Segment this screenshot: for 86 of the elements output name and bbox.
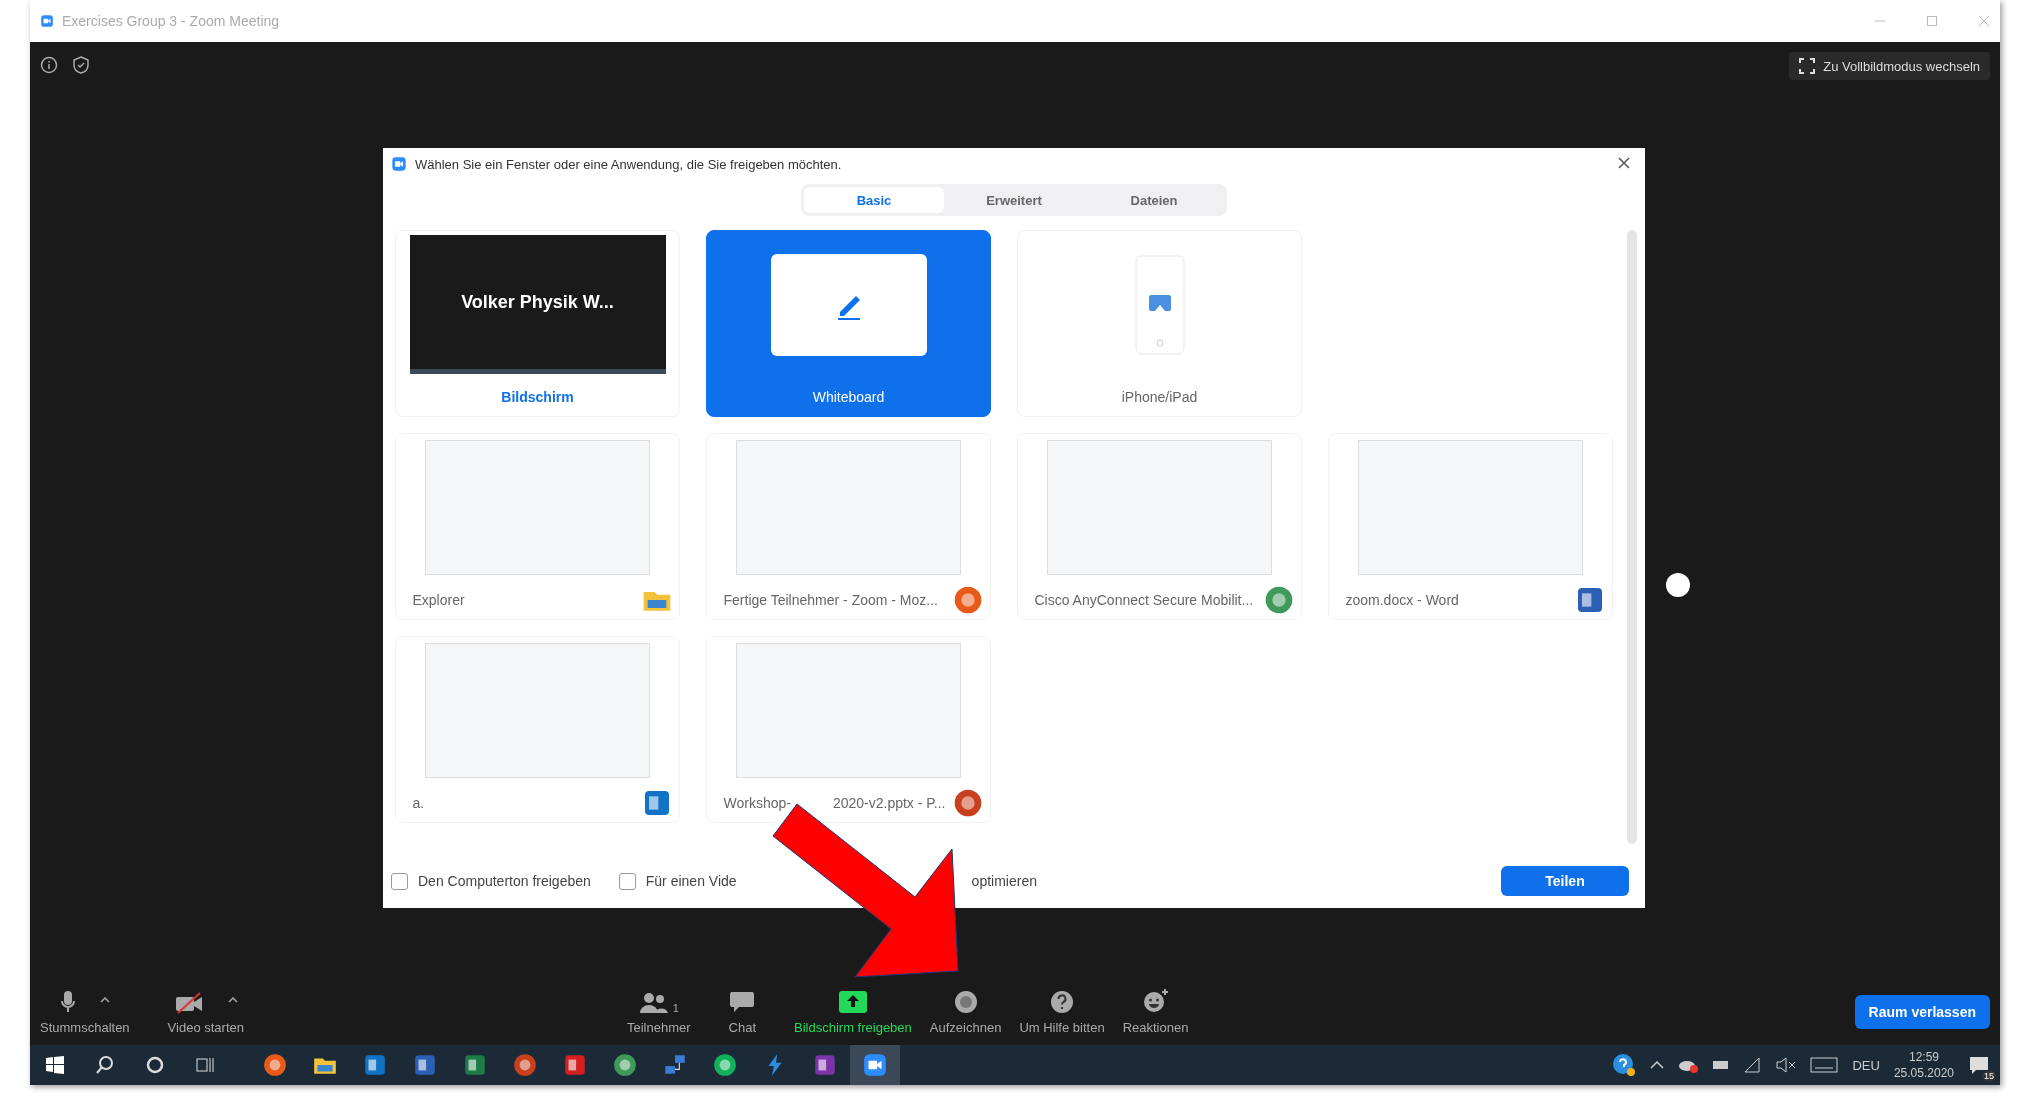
option-label: Bildschirm [501,389,574,405]
participant-count: 1 [672,1001,679,1014]
record-icon [953,989,978,1014]
tab[interactable]: Erweitert [944,187,1084,213]
scrollbar[interactable] [1627,230,1637,844]
mail-icon [362,1052,388,1078]
circle-icon[interactable] [145,1055,165,1075]
notification-icon[interactable] [1968,1055,1990,1075]
share-option[interactable]: iPhone/iPad [1017,230,1302,417]
toolbar-button[interactable]: Um Hilfe bitten [1015,987,1109,1035]
help-icon [1050,989,1074,1014]
tab[interactable]: Basic [804,187,944,213]
notebook-icon [812,1052,838,1078]
taskbar-button[interactable] [850,1045,900,1085]
checkbox-label: optimieren [971,873,1037,889]
share-button[interactable]: Teilen [1501,866,1629,896]
chat-app-icon [712,1052,738,1078]
share-option[interactable]: Whiteboard [706,230,991,417]
toolbar-button[interactable]: Stummschalten [36,987,134,1035]
info-icon[interactable] [40,56,58,74]
close-icon [1617,155,1631,170]
chevron-up-icon[interactable] [1650,1060,1665,1070]
option-label: zoom.docx - Word [1345,592,1459,608]
screen-preview: Volker Physik W... [409,235,666,374]
notification-count: 15 [1982,1071,1996,1081]
option-label: Whiteboard [812,389,885,405]
spreadsheet-icon [462,1052,488,1078]
fullscreen-button[interactable]: Zu Vollbildmodus wechseln [1789,52,1990,80]
toolbar-button[interactable]: 1 Teilnehmer [622,987,695,1035]
reaction-icon [1142,987,1169,1014]
option-label: Cisco AnyConnect Secure Mobilit... [1034,592,1254,608]
search-icon[interactable] [95,1055,115,1075]
pdf-icon [562,1052,588,1078]
toolbar-button[interactable]: Video starten [163,987,248,1035]
presentation-icon [512,1052,538,1078]
option-label: iPhone/iPad [1121,389,1198,405]
wifi-icon[interactable] [1744,1057,1763,1073]
participants-icon [638,991,669,1014]
checkbox[interactable] [618,872,636,890]
toolbar-button[interactable]: Reaktionen [1118,987,1193,1035]
share-option[interactable]: zoom.docx - Word [1328,433,1613,620]
battery-icon[interactable] [1712,1059,1731,1071]
shield-icon[interactable] [72,56,90,74]
share-option[interactable]: Volker Physik W... Bildschirm [395,230,680,417]
help-icon[interactable] [1612,1053,1637,1077]
clock[interactable]: 12:59 25.05.2020 [1893,1050,1954,1080]
video-camera-icon [40,14,54,28]
tab[interactable]: Dateien [1084,187,1224,213]
window-title: Exercises Group 3 - Zoom Meeting [62,13,280,29]
option-label: Explorer [412,592,465,608]
checkbox-label: Für einen Vide [645,873,737,889]
fullscreen-icon [1799,58,1816,74]
microphone-icon [59,989,76,1014]
checkbox-label: Den Computerton freigeben [418,873,591,889]
share-option[interactable]: Cisco AnyConnect Secure Mobilit... [1017,433,1302,620]
video-camera-icon [862,1052,888,1078]
windows-logo-icon[interactable] [46,1056,64,1074]
option-label: a. [412,795,425,811]
globe-icon [612,1052,638,1078]
option-label: Fertige Teilnehmer - Zoom - Moz... [723,592,938,608]
toolbar-button[interactable]: Bildschirm freigeben [790,987,916,1035]
document-icon [412,1052,438,1078]
dialog-title: Wählen Sie ein Fenster oder eine Anwendung, die Sie freigeben möchten. [415,156,842,172]
option-label: Workshop- [723,795,791,811]
share-option[interactable]: Workshop- 2020-v2.pptx - P... [706,636,991,823]
speaker-muted-icon[interactable] [1776,1057,1797,1073]
share-screen-icon [837,989,868,1014]
share-option[interactable]: Explorer [395,433,680,620]
toolbar-button[interactable]: Aufzeichnen [925,987,1006,1035]
leave-button[interactable]: Raum verlassen [1854,995,1990,1029]
pointer-dot [1666,573,1690,597]
option-label: 2020-v2.pptx - P... [832,795,946,811]
chat-icon [729,989,756,1014]
video-camera-icon [391,156,407,172]
phone-icon [1134,254,1185,355]
caret-icon[interactable] [99,995,110,1004]
language-indicator[interactable]: DEU [1852,1057,1880,1073]
toolbar-button[interactable]: Chat [724,987,761,1035]
share-option[interactable]: a. [395,636,680,823]
checkbox[interactable] [391,872,408,890]
video-off-icon [173,991,204,1014]
caret-icon[interactable] [227,995,238,1004]
keyboard-icon[interactable] [1810,1057,1839,1073]
browser-icon [262,1052,288,1078]
share-option[interactable]: Fertige Teilnehmer - Zoom - Moz... [706,433,991,620]
task-view-icon[interactable] [195,1055,215,1075]
